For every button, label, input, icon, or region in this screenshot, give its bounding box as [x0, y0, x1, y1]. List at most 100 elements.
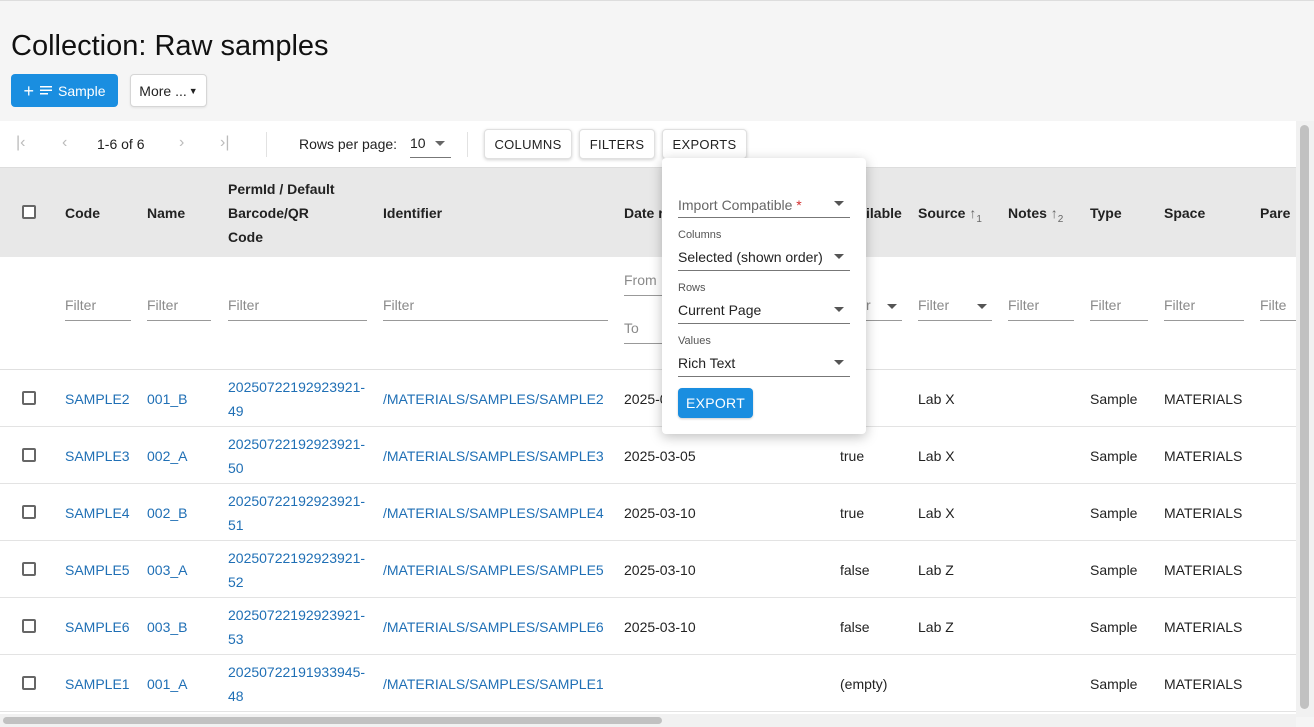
cell-name[interactable]: 002_A [147, 444, 187, 468]
filter-date-from[interactable]: From [624, 269, 662, 296]
cell-name[interactable]: 001_B [147, 387, 187, 411]
row-checkbox[interactable] [22, 676, 36, 690]
cell-name[interactable]: 002_B [147, 501, 187, 525]
select-all-checkbox[interactable] [22, 205, 36, 219]
filters-button[interactable]: FILTERS [579, 129, 655, 159]
column-header-parents[interactable]: Pare [1260, 201, 1290, 225]
toolbar-divider [467, 132, 468, 157]
cell-permid[interactable]: 20250722192923921- 53 [228, 603, 365, 651]
table-row[interactable]: SAMPLE4 002_B 20250722192923921- 51 /MATE… [0, 484, 1296, 541]
filter-input-identifier[interactable]: Filter [383, 294, 608, 321]
export-rows-field[interactable]: Rows Current Page [678, 282, 850, 324]
vertical-scrollbar[interactable] [1296, 121, 1314, 717]
export-rows-select[interactable]: Current Page [678, 298, 850, 324]
row-checkbox[interactable] [22, 391, 36, 405]
vertical-scrollbar-thumb[interactable] [1300, 125, 1309, 709]
filter-date-to[interactable]: To [624, 317, 662, 344]
cell-source: Lab Z [918, 619, 954, 635]
cell-name[interactable]: 001_A [147, 672, 187, 696]
table-row[interactable]: SAMPLE3 002_A 20250722192923921- 50 /MATE… [0, 427, 1296, 484]
filter-input-code[interactable]: Filter [65, 294, 131, 321]
cell-identifier[interactable]: /MATERIALS/SAMPLES/SAMPLE2 [383, 387, 604, 411]
table-row[interactable]: SAMPLE1 001_A 20250722191933945- 48 /MATE… [0, 655, 1296, 712]
column-header-code[interactable]: Code [65, 201, 100, 225]
horizontal-scrollbar[interactable] [0, 714, 1296, 727]
filter-select-available[interactable]: r [866, 294, 902, 321]
export-columns-field[interactable]: Columns Selected (shown order) [678, 229, 850, 271]
filter-select-source[interactable]: Filter [918, 294, 992, 321]
cell-code[interactable]: SAMPLE6 [65, 615, 130, 639]
row-checkbox[interactable] [22, 448, 36, 462]
column-header-permid[interactable]: PermId / Default Barcode/QR Code [228, 177, 335, 249]
filter-input-type[interactable]: Filter [1090, 294, 1148, 321]
column-header-identifier[interactable]: Identifier [383, 201, 442, 225]
filter-input-notes[interactable]: Filter [1008, 294, 1074, 321]
cell-code[interactable]: SAMPLE5 [65, 558, 130, 582]
table-row[interactable]: SAMPLE2 001_B 20250722192923921- 49 /MATE… [0, 370, 1296, 427]
more-button[interactable]: More ... ▼ [130, 74, 207, 107]
column-header-type[interactable]: Type [1090, 201, 1122, 225]
cell-space: MATERIALS [1164, 562, 1243, 578]
columns-button[interactable]: COLUMNS [484, 129, 572, 159]
filter-input-space[interactable]: Filter [1164, 294, 1244, 321]
export-columns-select[interactable]: Selected (shown order) [678, 245, 850, 271]
exports-button[interactable]: EXPORTS [662, 129, 747, 159]
export-values-select[interactable]: Rich Text [678, 351, 850, 377]
cell-permid[interactable]: 20250722192923921- 49 [228, 375, 365, 423]
export-button[interactable]: EXPORT [678, 388, 753, 418]
table-row[interactable]: SAMPLE5 003_A 20250722192923921- 52 /MATE… [0, 541, 1296, 598]
cell-name[interactable]: 003_A [147, 558, 187, 582]
cell-available: true [840, 505, 865, 521]
previous-page-icon[interactable]: ‹ [62, 135, 67, 151]
first-page-icon[interactable]: |‹ [16, 135, 25, 151]
column-header-space[interactable]: Space [1164, 201, 1205, 225]
cell-identifier[interactable]: /MATERIALS/SAMPLES/SAMPLE5 [383, 558, 604, 582]
cell-permid[interactable]: 20250722192923921- 50 [228, 432, 365, 480]
cell-date: 2025-03-10 [624, 619, 696, 635]
rows-per-page-label: Rows per page: [299, 136, 398, 152]
column-header-source[interactable]: Source ↑1 [918, 201, 982, 232]
filter-input-permid[interactable]: Filter [228, 294, 367, 321]
cell-source: Lab X [918, 448, 955, 464]
column-header-notes-label: Notes [1008, 205, 1047, 221]
row-checkbox[interactable] [22, 619, 36, 633]
row-checkbox[interactable] [22, 505, 36, 519]
rows-per-page-select[interactable]: 10 [410, 131, 451, 158]
column-header-permid-line: Barcode/QR [228, 205, 309, 221]
cell-available: false [840, 619, 870, 635]
cell-available: true [840, 448, 865, 464]
last-page-icon[interactable]: ›| [220, 135, 229, 151]
table-row[interactable]: SAMPLE6 003_B 20250722192923921- 53 /MATE… [0, 598, 1296, 655]
column-header-permid-line: Code [228, 229, 263, 245]
cell-name[interactable]: 003_B [147, 615, 187, 639]
next-page-icon[interactable]: › [179, 135, 184, 151]
cell-identifier[interactable]: /MATERIALS/SAMPLES/SAMPLE1 [383, 672, 604, 696]
cell-code[interactable]: SAMPLE4 [65, 501, 130, 525]
cell-identifier[interactable]: /MATERIALS/SAMPLES/SAMPLE3 [383, 444, 604, 468]
row-checkbox[interactable] [22, 562, 36, 576]
cell-type: Sample [1090, 391, 1138, 407]
horizontal-scrollbar-thumb[interactable] [3, 717, 662, 724]
column-header-notes[interactable]: Notes ↑2 [1008, 201, 1063, 232]
filter-input-name[interactable]: Filter [147, 294, 211, 321]
cell-code[interactable]: SAMPLE2 [65, 387, 130, 411]
add-sample-button[interactable]: + Sample [11, 74, 118, 107]
header-row: Code Name PermId / Default Barcode/QR Co… [0, 167, 1296, 257]
export-mode-select[interactable]: Import Compatible * [678, 192, 850, 218]
column-header-name[interactable]: Name [147, 201, 185, 225]
cell-code[interactable]: SAMPLE1 [65, 672, 130, 696]
cell-permid[interactable]: 20250722192923921- 51 [228, 489, 365, 537]
cell-space: MATERIALS [1164, 505, 1243, 521]
cell-identifier[interactable]: /MATERIALS/SAMPLES/SAMPLE6 [383, 615, 604, 639]
filter-input-parents[interactable]: Filte [1260, 294, 1296, 321]
export-values-label: Values [678, 335, 711, 347]
cell-identifier[interactable]: /MATERIALS/SAMPLES/SAMPLE4 [383, 501, 604, 525]
sort-arrow-icon: ↑2 [1050, 205, 1064, 225]
column-header-available[interactable]: ilable [866, 201, 902, 225]
cell-permid[interactable]: 20250722191933945- 48 [228, 660, 365, 708]
cell-permid[interactable]: 20250722192923921- 52 [228, 546, 365, 594]
export-values-field[interactable]: Values Rich Text [678, 335, 850, 377]
column-header-date[interactable]: Date r [624, 201, 664, 225]
export-rows-label: Rows [678, 282, 706, 294]
cell-code[interactable]: SAMPLE3 [65, 444, 130, 468]
